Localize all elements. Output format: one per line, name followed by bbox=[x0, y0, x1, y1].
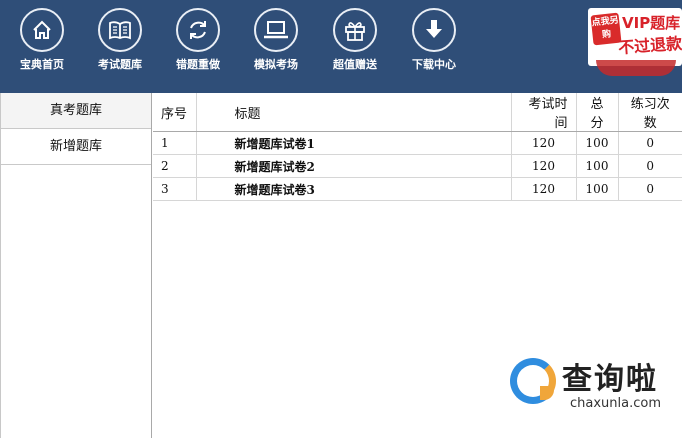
exam-table: 序号 标题 考试时间 总分 练习次数 1 新增题库试卷1 120 100 0 2… bbox=[153, 93, 682, 201]
toolbar-redo-wrong-button[interactable]: 错题重做 bbox=[166, 8, 228, 72]
table-row[interactable]: 1 新增题库试卷1 120 100 0 bbox=[153, 131, 682, 155]
toolbar-download-label: 下载中心 bbox=[412, 58, 456, 71]
cell-practice-count: 0 bbox=[618, 177, 682, 201]
cell-index: 1 bbox=[153, 131, 197, 155]
vip-promo-banner[interactable]: 点我另购 VIP题库 不过退款 bbox=[588, 8, 682, 76]
home-icon bbox=[20, 8, 64, 52]
col-exam-time-header[interactable]: 考试时间 bbox=[511, 93, 577, 132]
table-row[interactable]: 3 新增题库试卷3 120 100 0 bbox=[153, 177, 682, 201]
watermark: 查询啦 chaxunla.com bbox=[510, 352, 682, 418]
cell-total-score: 100 bbox=[576, 154, 619, 178]
col-total-score-header[interactable]: 总分 bbox=[576, 93, 619, 132]
cell-title[interactable]: 新增题库试卷3 bbox=[196, 177, 512, 201]
sidebar-item-new-bank[interactable]: 新增题库 bbox=[1, 129, 151, 165]
toolbar-exam-bank-label: 考试题库 bbox=[98, 58, 142, 71]
cell-title[interactable]: 新增题库试卷1 bbox=[196, 131, 512, 155]
sidebar: 真考题库 新增题库 bbox=[0, 93, 152, 438]
vip-refund-text: 不过退款 bbox=[617, 33, 682, 58]
top-toolbar: 宝典首页 考试题库 错题重做 模拟考场 超值赠送 下载中心 点我另购 VIP题库… bbox=[0, 0, 682, 93]
cell-index: 3 bbox=[153, 177, 197, 201]
cell-total-score: 100 bbox=[576, 177, 619, 201]
table-header-row: 序号 标题 考试时间 总分 练习次数 bbox=[153, 93, 682, 132]
cell-total-score: 100 bbox=[576, 131, 619, 155]
toolbar-home-label: 宝典首页 bbox=[20, 58, 64, 71]
toolbar-gift-button[interactable]: 超值赠送 bbox=[323, 8, 385, 72]
cell-exam-time: 120 bbox=[511, 154, 577, 178]
cell-exam-time: 120 bbox=[511, 177, 577, 201]
download-icon bbox=[412, 8, 456, 52]
vip-banner-ribbon bbox=[596, 60, 676, 76]
cell-practice-count: 0 bbox=[618, 131, 682, 155]
toolbar-home-button[interactable]: 宝典首页 bbox=[10, 8, 72, 72]
toolbar-gift-label: 超值赠送 bbox=[333, 58, 377, 71]
cell-index: 2 bbox=[153, 154, 197, 178]
watermark-url-text: chaxunla.com bbox=[570, 396, 661, 411]
gift-icon bbox=[333, 8, 377, 52]
toolbar-redo-wrong-label: 错题重做 bbox=[176, 58, 220, 71]
book-icon bbox=[98, 8, 142, 52]
toolbar-download-button[interactable]: 下载中心 bbox=[402, 8, 464, 72]
cell-exam-time: 120 bbox=[511, 131, 577, 155]
toolbar-mock-exam-label: 模拟考场 bbox=[254, 58, 298, 71]
col-practice-count-header[interactable]: 练习次数 bbox=[618, 93, 682, 132]
refresh-icon bbox=[176, 8, 220, 52]
sidebar-item-real-exam-bank[interactable]: 真考题库 bbox=[1, 93, 151, 129]
cell-practice-count: 0 bbox=[618, 154, 682, 178]
toolbar-exam-bank-button[interactable]: 考试题库 bbox=[88, 8, 150, 72]
laptop-icon bbox=[254, 8, 298, 52]
watermark-logo-tail bbox=[540, 386, 554, 400]
col-index-header[interactable]: 序号 bbox=[153, 93, 197, 132]
watermark-cn-text: 查询啦 bbox=[562, 362, 658, 397]
cell-title[interactable]: 新增题库试卷2 bbox=[196, 154, 512, 178]
toolbar-mock-exam-button[interactable]: 模拟考场 bbox=[244, 8, 306, 72]
col-title-header[interactable]: 标题 bbox=[196, 93, 512, 132]
table-row[interactable]: 2 新增题库试卷2 120 100 0 bbox=[153, 154, 682, 178]
